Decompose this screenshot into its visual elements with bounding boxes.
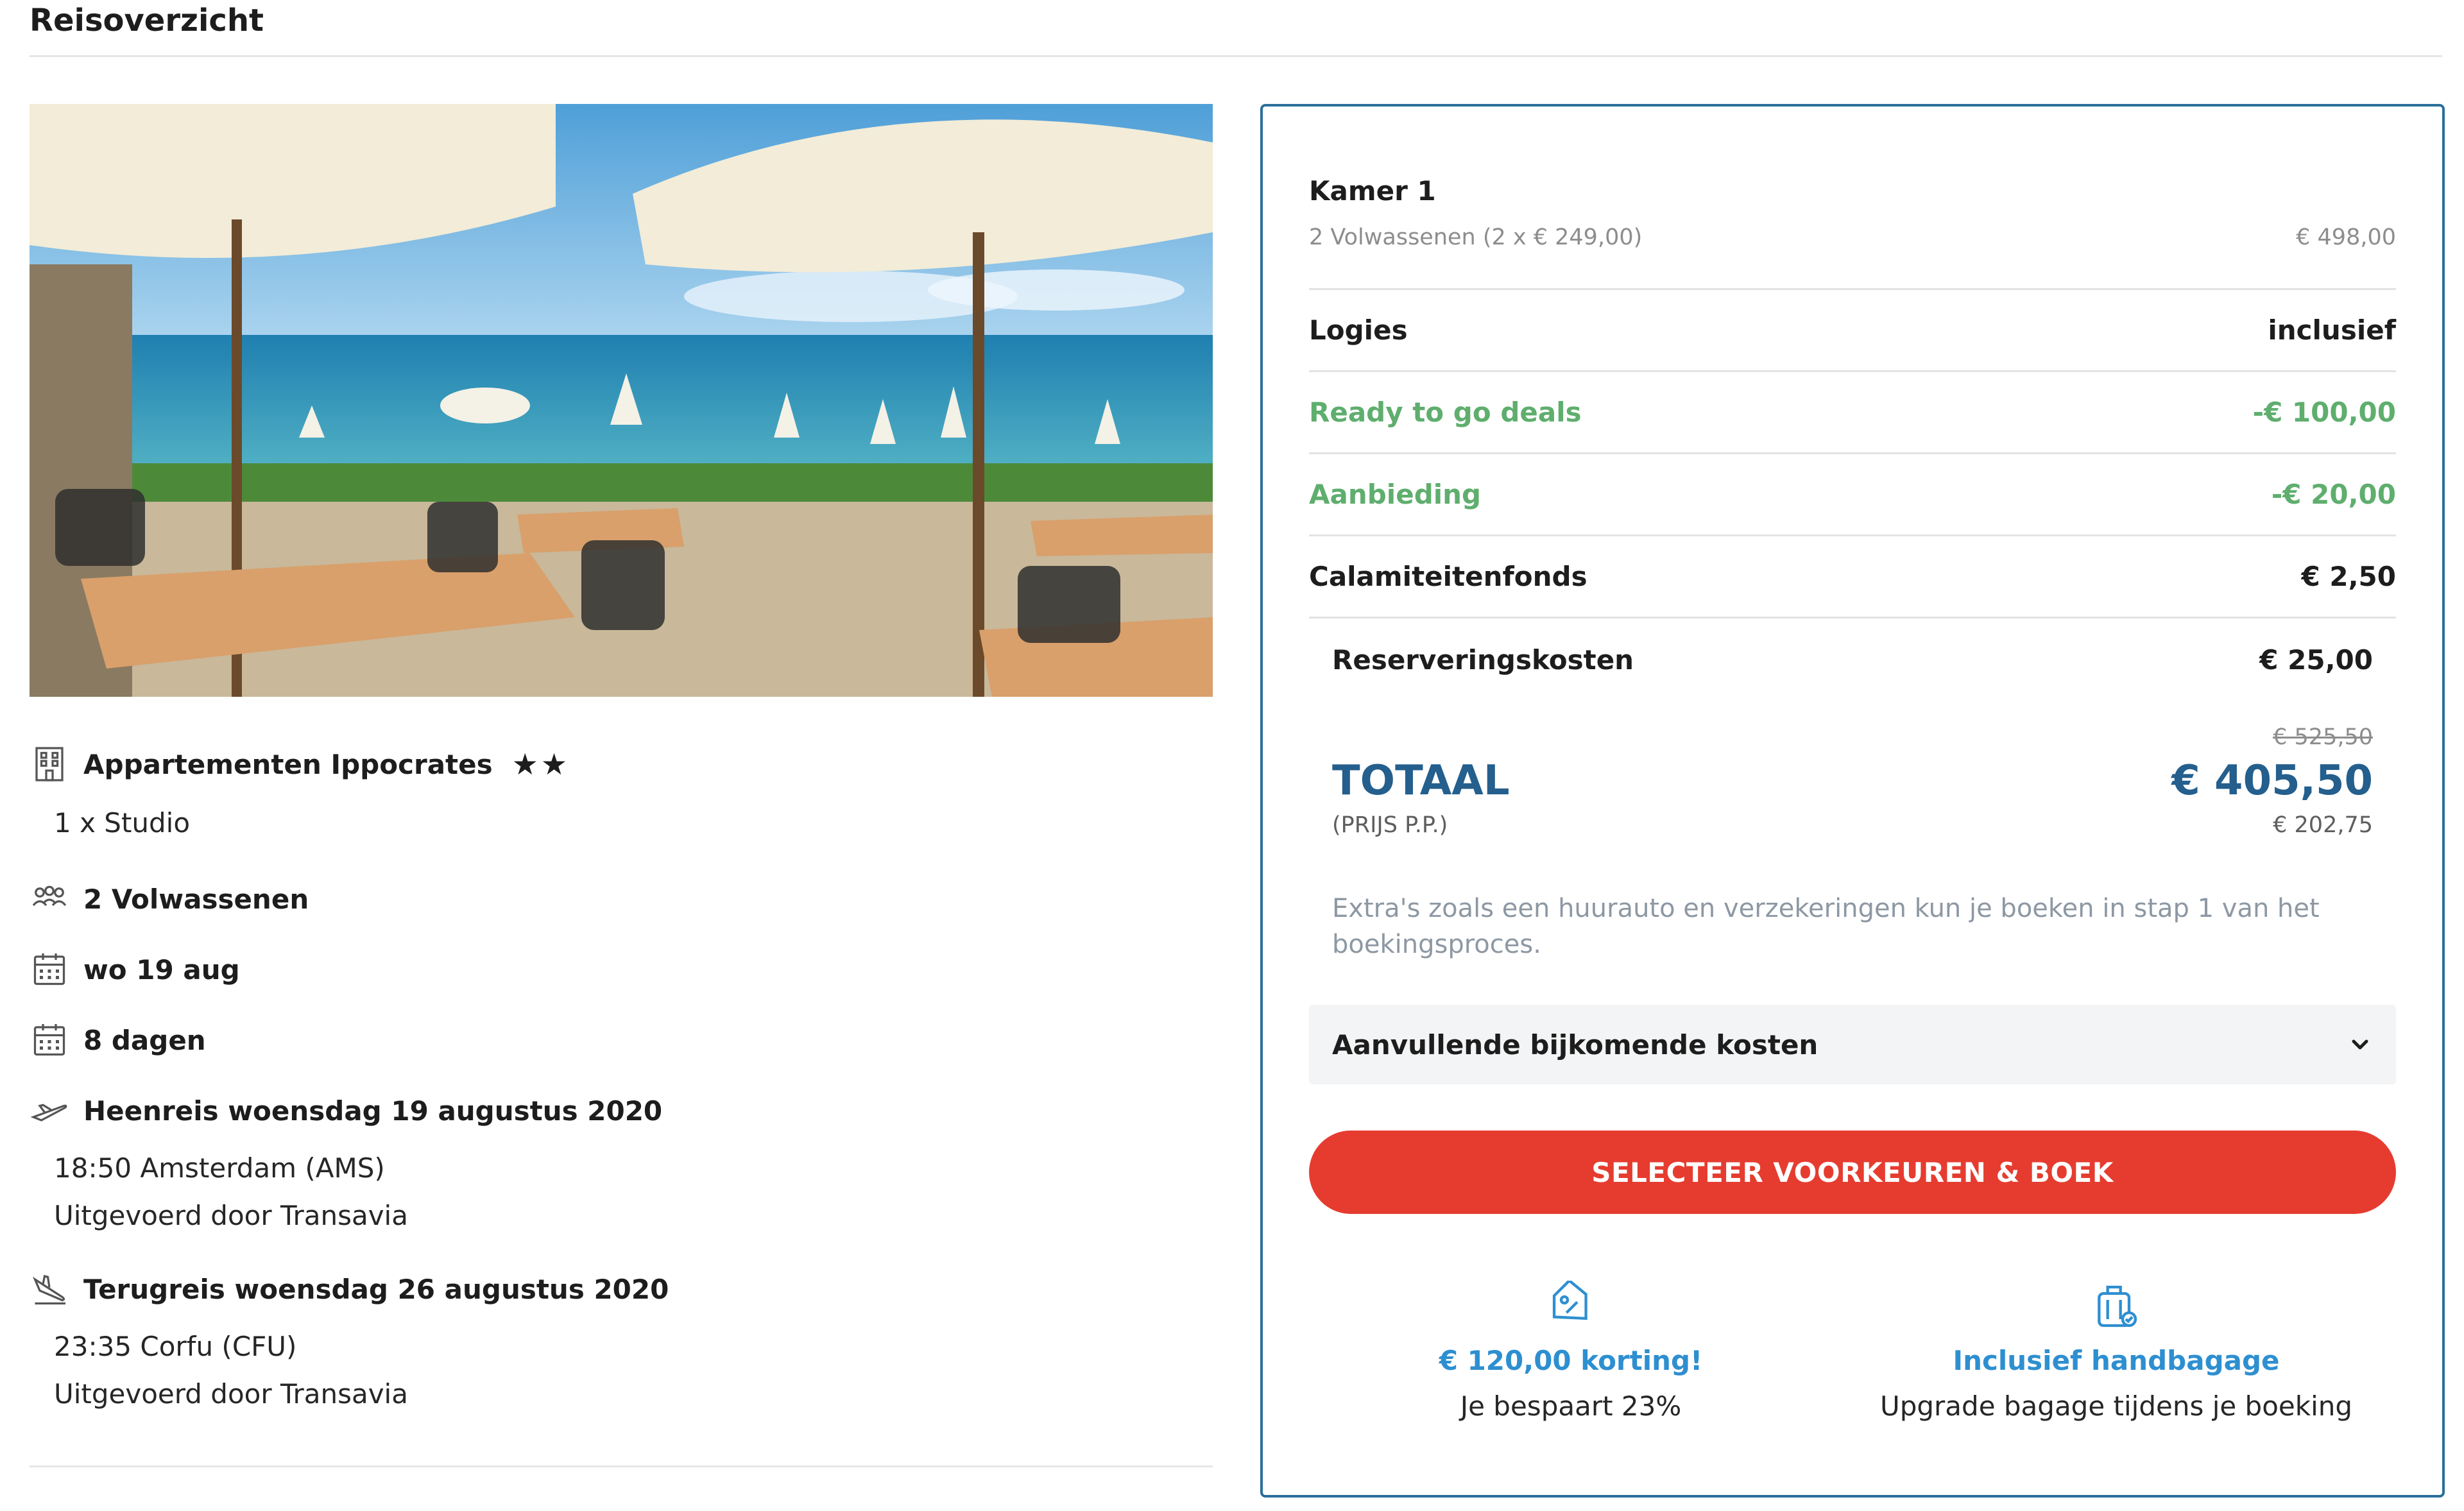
luggage-subtitle: Upgrade bagage tijdens je boeking <box>1879 1390 2353 1422</box>
logies-row: Logies inclusief <box>1309 290 2396 372</box>
extras-note: Extra's zoals een huurauto en verzekerin… <box>1332 894 2320 959</box>
chevron-down-icon <box>2352 1039 2368 1050</box>
duration-label: 8 dagen <box>83 1024 206 1056</box>
booking-fee-label: Reserveringskosten <box>1332 644 1634 676</box>
travelers-row: 2 Volwassenen <box>30 879 309 919</box>
left-divider <box>30 1465 1213 1467</box>
departure-date: wo 19 aug <box>83 953 240 986</box>
select-and-book-button[interactable]: SELECTEER VOORKEUREN & BOEK <box>1309 1131 2396 1214</box>
return-operator: Uitgevoerd door Transavia <box>54 1378 408 1410</box>
plane-takeoff-icon <box>30 1091 69 1131</box>
outbound-title: Heenreis woensdag 19 augustus 2020 <box>83 1095 663 1127</box>
per-person-value: € 202,75 <box>2273 812 2373 838</box>
deals-label: Ready to go deals <box>1309 397 1582 428</box>
travelers-label: 2 Volwassenen <box>83 883 309 915</box>
additional-costs-label: Aanvullende bijkomende kosten <box>1332 1029 1818 1061</box>
booking-fee-value: € 25,00 <box>2259 644 2373 676</box>
room-row: Kamer 1 <box>1309 168 2396 213</box>
hotel-stars: ★★ <box>511 747 570 781</box>
luggage-title: Inclusief handbagage <box>1953 1345 2280 1376</box>
room-detail-row: 2 Volwassenen (2 x € 249,00) € 498,00 <box>1309 213 2396 290</box>
discount-perk: € 120,00 korting! Je bespaart 23% <box>1327 1281 1815 1422</box>
return-title: Terugreis woensdag 26 augustus 2020 <box>83 1273 669 1305</box>
return-time-place: 23:35 Corfu (CFU) <box>54 1331 297 1362</box>
total-label: TOTAAL <box>1332 757 1510 805</box>
total-value: € 405,50 <box>2171 757 2373 805</box>
outbound-row: Heenreis woensdag 19 augustus 2020 <box>30 1091 662 1131</box>
hotel-photo <box>30 104 1213 697</box>
offer-value: -€ 20,00 <box>2271 479 2396 510</box>
luggage-icon <box>2098 1285 2137 1327</box>
price-summary: Kamer 1 2 Volwassenen (2 x € 249,00) € 4… <box>1260 104 2445 1498</box>
per-person-label: (PRIJS P.P.) <box>1332 812 1448 838</box>
deals-value: -€ 100,00 <box>2252 397 2396 428</box>
additional-costs-toggle[interactable]: Aanvullende bijkomende kosten <box>1309 1005 2396 1084</box>
discount-title: € 120,00 korting! <box>1439 1345 1703 1376</box>
offer-row: Aanbieding -€ 20,00 <box>1309 454 2396 536</box>
deals-row: Ready to go deals -€ 100,00 <box>1309 372 2396 454</box>
page-title: Reisoverzicht <box>30 3 264 38</box>
outbound-time-place: 18:50 Amsterdam (AMS) <box>54 1152 385 1184</box>
return-row: Terugreis woensdag 26 augustus 2020 <box>30 1269 669 1309</box>
discount-subtitle: Je bespaart 23% <box>1460 1390 1682 1422</box>
logies-label: Logies <box>1309 314 1408 346</box>
hotel-row: Appartementen Ippocrates ★★ <box>30 744 570 784</box>
title-divider <box>30 55 2442 57</box>
old-total-price: € 525,50 <box>2273 724 2373 750</box>
luggage-perk: Inclusief handbagage Upgrade bagage tijd… <box>1853 1281 2379 1422</box>
building-icon <box>30 744 69 784</box>
fund-row: Calamiteitenfonds € 2,50 <box>1309 536 2396 619</box>
fund-value: € 2,50 <box>2301 561 2396 592</box>
people-icon <box>30 879 69 919</box>
calendar-icon <box>30 1020 69 1060</box>
select-and-book-label: SELECTEER VOORKEUREN & BOEK <box>1591 1156 2114 1188</box>
booking-fee-row: Reserveringskosten € 25,00 <box>1332 619 2373 701</box>
fund-label: Calamiteitenfonds <box>1309 561 1587 592</box>
offer-label: Aanbieding <box>1309 479 1482 510</box>
calendar-icon <box>30 950 69 989</box>
duration-row: 8 dagen <box>30 1020 206 1060</box>
room-type: 1 x Studio <box>54 807 191 839</box>
departure-date-row: wo 19 aug <box>30 950 240 989</box>
discount-tag-icon <box>1552 1281 1587 1320</box>
hotel-name: Appartementen Ippocrates <box>83 748 493 780</box>
logies-value: inclusief <box>2268 314 2396 346</box>
outbound-operator: Uitgevoerd door Transavia <box>54 1200 408 1231</box>
room-detail-label: 2 Volwassenen (2 x € 249,00) <box>1309 225 1643 250</box>
plane-landing-icon <box>30 1269 69 1309</box>
room-detail-value: € 498,00 <box>2296 225 2396 250</box>
room-label: Kamer 1 <box>1309 175 1436 207</box>
